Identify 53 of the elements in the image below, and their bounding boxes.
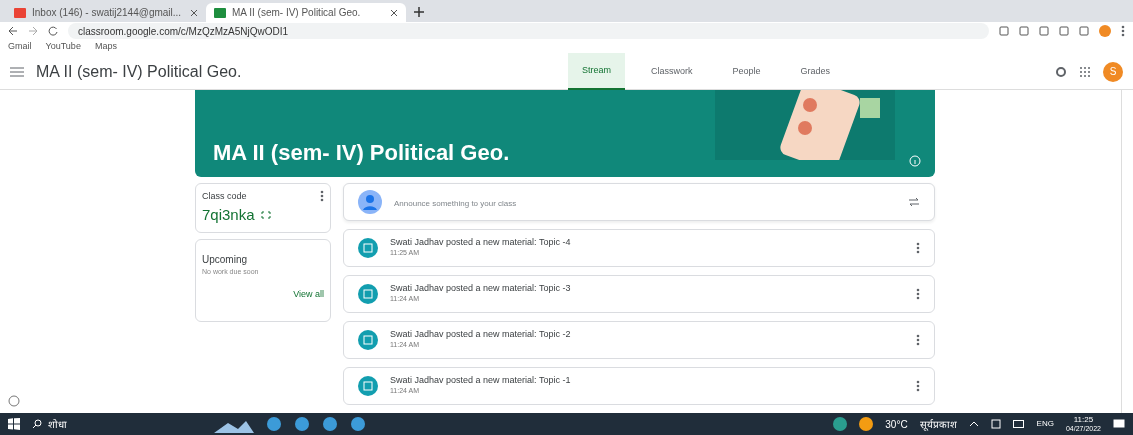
post-text: Swati Jadhav posted a new material: Topic -4 xyxy=(390,237,572,249)
windows-icon[interactable] xyxy=(8,418,20,430)
back-icon[interactable] xyxy=(8,26,18,36)
search-icon xyxy=(32,419,42,429)
tab-title: Inbox (146) - swatij2144@gmail... xyxy=(32,6,183,20)
taskbar-search-text: शोधा xyxy=(48,417,67,432)
info-icon[interactable] xyxy=(909,155,921,167)
class-code-value: 7qi3nka xyxy=(202,204,255,225)
browser-tab[interactable]: Inbox (146) - swatij2144@gmail... xyxy=(6,3,206,22)
bookmark-link[interactable]: Maps xyxy=(94,40,117,54)
tab-title: MA II (sem- IV) Political Geo. xyxy=(232,6,362,20)
post-text: Swati Jadhav posted a new material: Topic -3 xyxy=(390,283,572,295)
clock-time: 11:25 xyxy=(1072,415,1095,424)
sun-icon xyxy=(859,417,874,431)
bookmark-link[interactable]: YouTube xyxy=(45,40,81,54)
material-icon xyxy=(358,238,378,258)
post-text: Swati Jadhav posted a new material: Topic -2 xyxy=(390,329,572,341)
weather-text: सूर्यप्रकाश xyxy=(919,417,957,432)
reload-icon[interactable] xyxy=(48,26,58,36)
battery-icon xyxy=(1012,420,1025,428)
more-icon[interactable] xyxy=(320,190,324,202)
more-icon[interactable] xyxy=(916,242,920,254)
more-icon[interactable] xyxy=(916,334,920,346)
view-all-link[interactable]: View all xyxy=(293,288,324,299)
class-tab[interactable]: Grades xyxy=(786,53,845,90)
browser-tab[interactable]: MA II (sem- IV) Political Geo. xyxy=(206,3,406,22)
weather-temperature: 30°C xyxy=(885,417,908,432)
new-tab-icon[interactable] xyxy=(414,7,424,17)
more-icon[interactable] xyxy=(916,288,920,300)
chevron-up-icon[interactable] xyxy=(968,421,979,427)
repost-icon[interactable] xyxy=(908,197,920,207)
announce-field[interactable]: Announce something to your class xyxy=(394,199,517,208)
class-title: MA II (sem- IV) Political Geo. xyxy=(36,61,243,82)
class-tab[interactable]: Classwork xyxy=(637,53,707,90)
class-code-label: Class code xyxy=(202,190,247,203)
close-icon[interactable] xyxy=(190,8,198,17)
bookmark-link[interactable]: Gmail xyxy=(8,40,32,54)
post-text: Swati Jadhav posted a new material: Topic -1 xyxy=(390,375,572,387)
close-icon[interactable] xyxy=(390,8,398,17)
material-icon xyxy=(358,376,378,396)
class-tab[interactable]: Stream xyxy=(568,52,625,91)
menu-icon[interactable] xyxy=(1121,25,1125,37)
more-icon[interactable] xyxy=(916,380,920,392)
fullscreen-icon[interactable] xyxy=(260,210,271,219)
material-icon xyxy=(358,330,378,350)
upcoming-title: Upcoming xyxy=(202,253,249,267)
material-icon xyxy=(358,284,378,304)
class-tab[interactable]: People xyxy=(718,53,775,90)
banner-title: MA II (sem- IV) Political Geo. xyxy=(213,140,510,165)
apps-icon[interactable] xyxy=(1079,65,1091,78)
url-field[interactable]: classroom.google.com/c/MzQzMzA5NjQwODI1 xyxy=(68,23,989,39)
avatar-icon xyxy=(358,190,382,214)
language-indicator[interactable]: ENG xyxy=(1036,418,1054,430)
